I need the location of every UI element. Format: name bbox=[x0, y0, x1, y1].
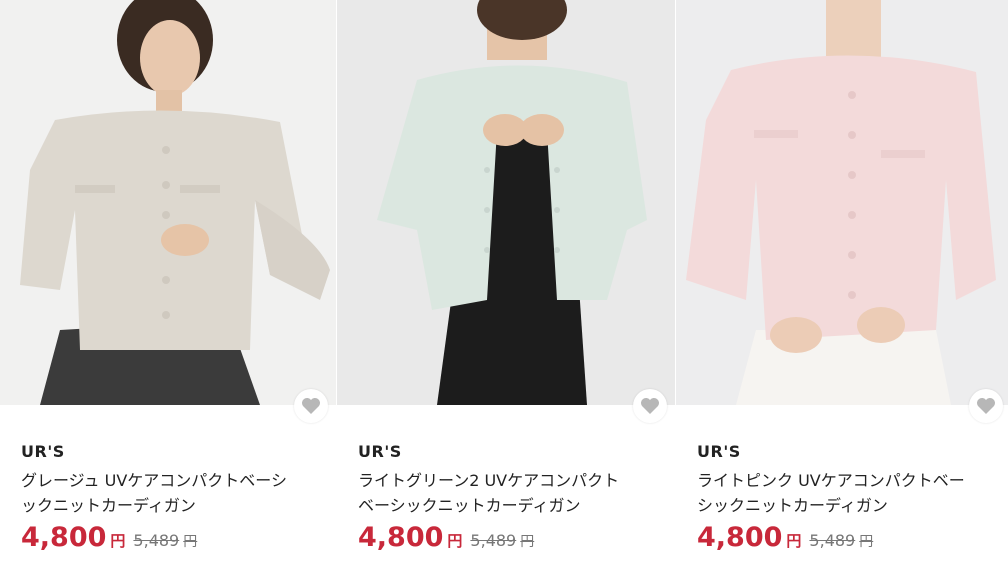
brand-name[interactable]: UR'S bbox=[358, 442, 402, 461]
favorite-button[interactable] bbox=[633, 389, 667, 423]
price-block: 4,800 円 5,489 円 bbox=[358, 522, 534, 553]
sale-price-unit: 円 bbox=[786, 532, 802, 550]
original-price-unit: 円 bbox=[520, 534, 535, 550]
sale-price-unit: 円 bbox=[447, 532, 463, 550]
original-price: 5,489 bbox=[133, 531, 180, 550]
heart-icon bbox=[302, 398, 320, 414]
brand-name[interactable]: UR'S bbox=[21, 442, 65, 461]
original-price: 5,489 bbox=[809, 531, 856, 550]
brand-name[interactable]: UR'S bbox=[697, 442, 741, 461]
sale-price-unit: 円 bbox=[110, 532, 126, 550]
sale-price: 4,800 bbox=[358, 522, 444, 553]
heart-icon bbox=[641, 398, 659, 414]
original-price-unit: 円 bbox=[859, 534, 874, 550]
favorite-button[interactable] bbox=[969, 389, 1003, 423]
sale-price: 4,800 bbox=[21, 522, 107, 553]
original-price: 5,489 bbox=[470, 531, 517, 550]
product-card[interactable]: UR'S ライトピンク UVケアコンパクトベー シックニットカーディガン 4,8… bbox=[676, 0, 1008, 573]
product-card[interactable]: UR'S グレージュ UVケアコンパクトベーシ ックニットカーディガン 4,80… bbox=[0, 0, 336, 573]
product-title[interactable]: グレージュ UVケアコンパクトベーシ ックニットカーディガン bbox=[21, 468, 321, 518]
heart-icon bbox=[977, 398, 995, 414]
product-title[interactable]: ライトピンク UVケアコンパクトベー シックニットカーディガン bbox=[697, 468, 997, 518]
sale-price: 4,800 bbox=[697, 522, 783, 553]
product-card[interactable]: UR'S ライトグリーン2 UVケアコンパクト ベーシックニットカーディガン 4… bbox=[337, 0, 675, 573]
product-image[interactable] bbox=[337, 0, 675, 405]
product-image[interactable] bbox=[676, 0, 1008, 405]
product-title[interactable]: ライトグリーン2 UVケアコンパクト ベーシックニットカーディガン bbox=[358, 468, 658, 518]
favorite-button[interactable] bbox=[294, 389, 328, 423]
product-grid: UR'S グレージュ UVケアコンパクトベーシ ックニットカーディガン 4,80… bbox=[0, 0, 1008, 573]
product-image[interactable] bbox=[0, 0, 336, 405]
price-block: 4,800 円 5,489 円 bbox=[697, 522, 873, 553]
original-price-unit: 円 bbox=[183, 534, 198, 550]
price-block: 4,800 円 5,489 円 bbox=[21, 522, 197, 553]
